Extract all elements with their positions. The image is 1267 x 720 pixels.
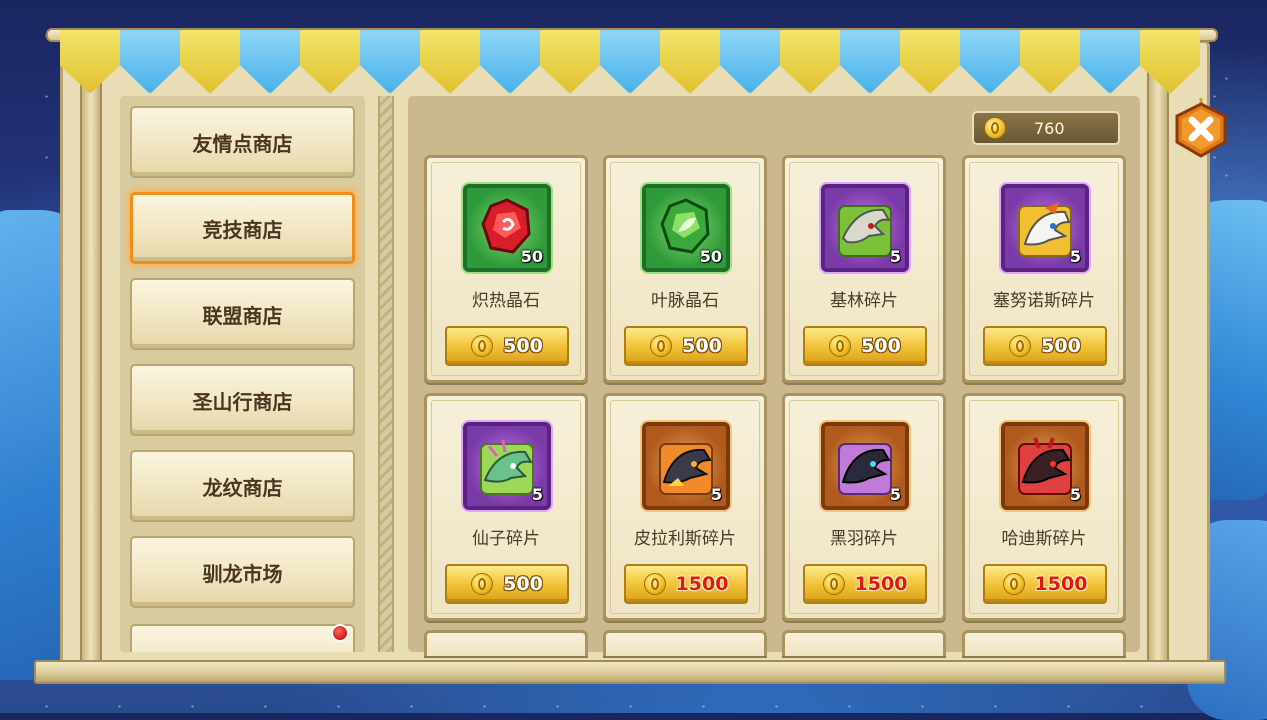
dragon-shard-icon: 5 <box>821 184 909 272</box>
item-name: 炽热晶石 <box>472 291 540 311</box>
coin-icon <box>471 335 494 357</box>
shop-item-card[interactable]: 5 塞努诺斯碎片 500 <box>962 155 1126 383</box>
shop-item-card[interactable]: 50 炽热晶石 500 <box>424 155 588 383</box>
coin-icon <box>471 573 494 595</box>
buy-button[interactable]: 1500 <box>624 564 748 604</box>
shop-item-card-partial[interactable] <box>962 630 1126 656</box>
item-name: 基林碎片 <box>830 291 898 311</box>
coin-icon <box>1009 335 1032 357</box>
item-name: 叶脉晶石 <box>651 291 719 311</box>
shop-item-card-partial[interactable] <box>603 630 767 656</box>
green-crystal-icon: 50 <box>642 184 730 272</box>
item-name: 黑羽碎片 <box>830 529 898 549</box>
coin-icon <box>829 335 852 357</box>
dragon-shard-icon: 5 <box>1001 422 1089 510</box>
shop-awning <box>60 30 1200 94</box>
frame-pillar-left <box>80 40 102 666</box>
panel-divider <box>378 96 394 652</box>
shop-item-card[interactable]: 50 叶脉晶石 500 <box>603 155 767 383</box>
shop-item-card[interactable]: 5 皮拉利斯碎片 1500 <box>603 393 767 621</box>
buy-button[interactable]: 500 <box>983 326 1107 366</box>
currency-amount: 760 <box>1034 118 1065 138</box>
buy-button[interactable]: 1500 <box>983 564 1107 604</box>
tab-dragon-market[interactable]: 驯龙市场 <box>130 536 355 608</box>
coin-icon <box>984 117 1006 139</box>
item-name: 塞努诺斯碎片 <box>993 291 1095 311</box>
shop-item-card[interactable]: 5 哈迪斯碎片 1500 <box>962 393 1126 621</box>
buy-button[interactable]: 500 <box>445 564 569 604</box>
tab-next-shop-partial[interactable] <box>130 624 355 652</box>
shop-item-card[interactable]: 5 仙子碎片 500 <box>424 393 588 621</box>
buy-button[interactable]: 1500 <box>803 564 927 604</box>
buy-button[interactable]: 500 <box>624 326 748 366</box>
buy-button[interactable]: 500 <box>803 326 927 366</box>
tab-arena-shop[interactable]: 竞技商店 <box>130 192 355 264</box>
dragon-shard-icon: 5 <box>642 422 730 510</box>
tab-friendship-shop[interactable]: 友情点商店 <box>130 106 355 178</box>
frame-pillar-right <box>1147 40 1169 666</box>
tab-holy-mountain-shop[interactable]: 圣山行商店 <box>130 364 355 436</box>
tab-alliance-shop[interactable]: 联盟商店 <box>130 278 355 350</box>
coin-icon <box>1002 573 1025 595</box>
dragon-shard-icon: 5 <box>1001 184 1089 272</box>
close-button[interactable] <box>1172 98 1230 158</box>
currency-display: 760 <box>972 111 1120 145</box>
item-name: 仙子碎片 <box>472 529 540 549</box>
shop-item-card[interactable]: 5 黑羽碎片 1500 <box>782 393 946 621</box>
frame-bottom-bar <box>34 660 1226 684</box>
shop-item-card[interactable]: 5 基林碎片 500 <box>782 155 946 383</box>
dragon-shard-icon: 5 <box>821 422 909 510</box>
item-name: 皮拉利斯碎片 <box>634 529 736 549</box>
item-name: 哈迪斯碎片 <box>1001 529 1087 549</box>
coin-icon <box>650 335 673 357</box>
notification-dot <box>331 624 349 642</box>
coin-icon <box>822 573 845 595</box>
red-crystal-icon: 50 <box>463 184 551 272</box>
buy-button[interactable]: 500 <box>445 326 569 366</box>
coin-icon <box>643 573 666 595</box>
dragon-shard-icon: 5 <box>463 422 551 510</box>
shop-item-card-partial[interactable] <box>782 630 946 656</box>
shop-tab-list[interactable]: 友情点商店 竞技商店 联盟商店 圣山行商店 龙纹商店 驯龙市场 <box>120 96 365 652</box>
tab-dragon-rune-shop[interactable]: 龙纹商店 <box>130 450 355 522</box>
shop-item-card-partial[interactable] <box>424 630 588 656</box>
